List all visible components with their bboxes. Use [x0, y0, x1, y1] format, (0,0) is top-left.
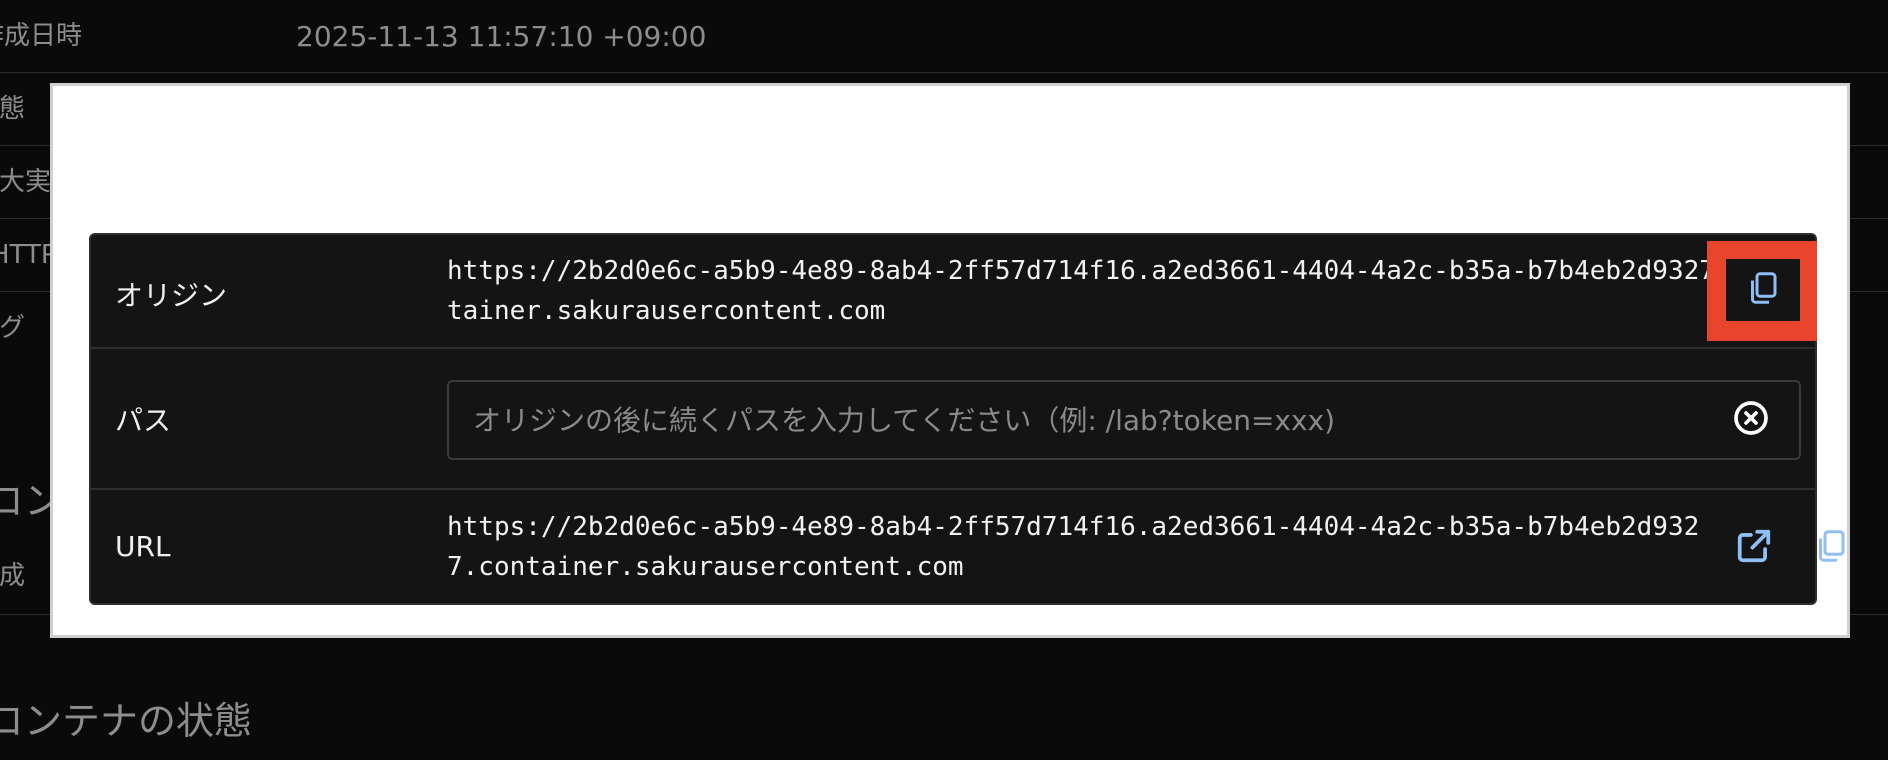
clear-path-button[interactable] — [1723, 392, 1779, 448]
path-row: パス — [91, 347, 1815, 488]
bg-row-label: 作成日時 — [0, 21, 83, 51]
open-in-new-icon — [1735, 527, 1773, 569]
origin-label: オリジン — [115, 279, 228, 312]
bg-row-label: HTTP — [0, 240, 57, 270]
copy-origin-button[interactable] — [1726, 259, 1800, 321]
url-label: URL — [115, 530, 171, 563]
path-input-wrapper — [447, 380, 1801, 460]
bg-row-label: 作成 — [0, 561, 26, 591]
path-label: パス — [115, 404, 172, 437]
origin-row: オリジン https://2b2d0e6c-a5b9-4e89-8ab4-2ff… — [91, 235, 1817, 347]
url-value: https://2b2d0e6c-a5b9-4e89-8ab4-2ff57d71… — [447, 512, 1700, 582]
bg-row-label: タグ — [0, 313, 26, 343]
copy-url-button[interactable] — [1803, 520, 1859, 576]
bg-row-label: 状態 — [0, 94, 26, 124]
clear-circle-icon — [1731, 398, 1771, 442]
bg-section-title-status: コンテナの状態 — [0, 699, 253, 743]
url-panel: オリジン https://2b2d0e6c-a5b9-4e89-8ab4-2ff… — [89, 233, 1845, 605]
bg-row-label: 最大実 — [0, 167, 52, 197]
url-row: URL https://2b2d0e6c-a5b9-4e89-8ab4-2ff5… — [91, 488, 1845, 603]
copy-icon — [1745, 269, 1781, 311]
path-input[interactable] — [449, 382, 1709, 458]
bg-row-created-at: 作成日時 2025-11-13 11:57:10 +09:00 — [0, 0, 1888, 73]
open-url-button[interactable] — [1726, 520, 1782, 576]
copy-icon — [1813, 527, 1849, 569]
copy-origin-highlight — [1707, 241, 1817, 341]
url-dialog: オリジン https://2b2d0e6c-a5b9-4e89-8ab4-2ff… — [50, 83, 1850, 638]
bg-row-value: 2025-11-13 11:57:10 +09:00 — [296, 20, 707, 53]
origin-value: https://2b2d0e6c-a5b9-4e89-8ab4-2ff57d71… — [447, 256, 1778, 326]
